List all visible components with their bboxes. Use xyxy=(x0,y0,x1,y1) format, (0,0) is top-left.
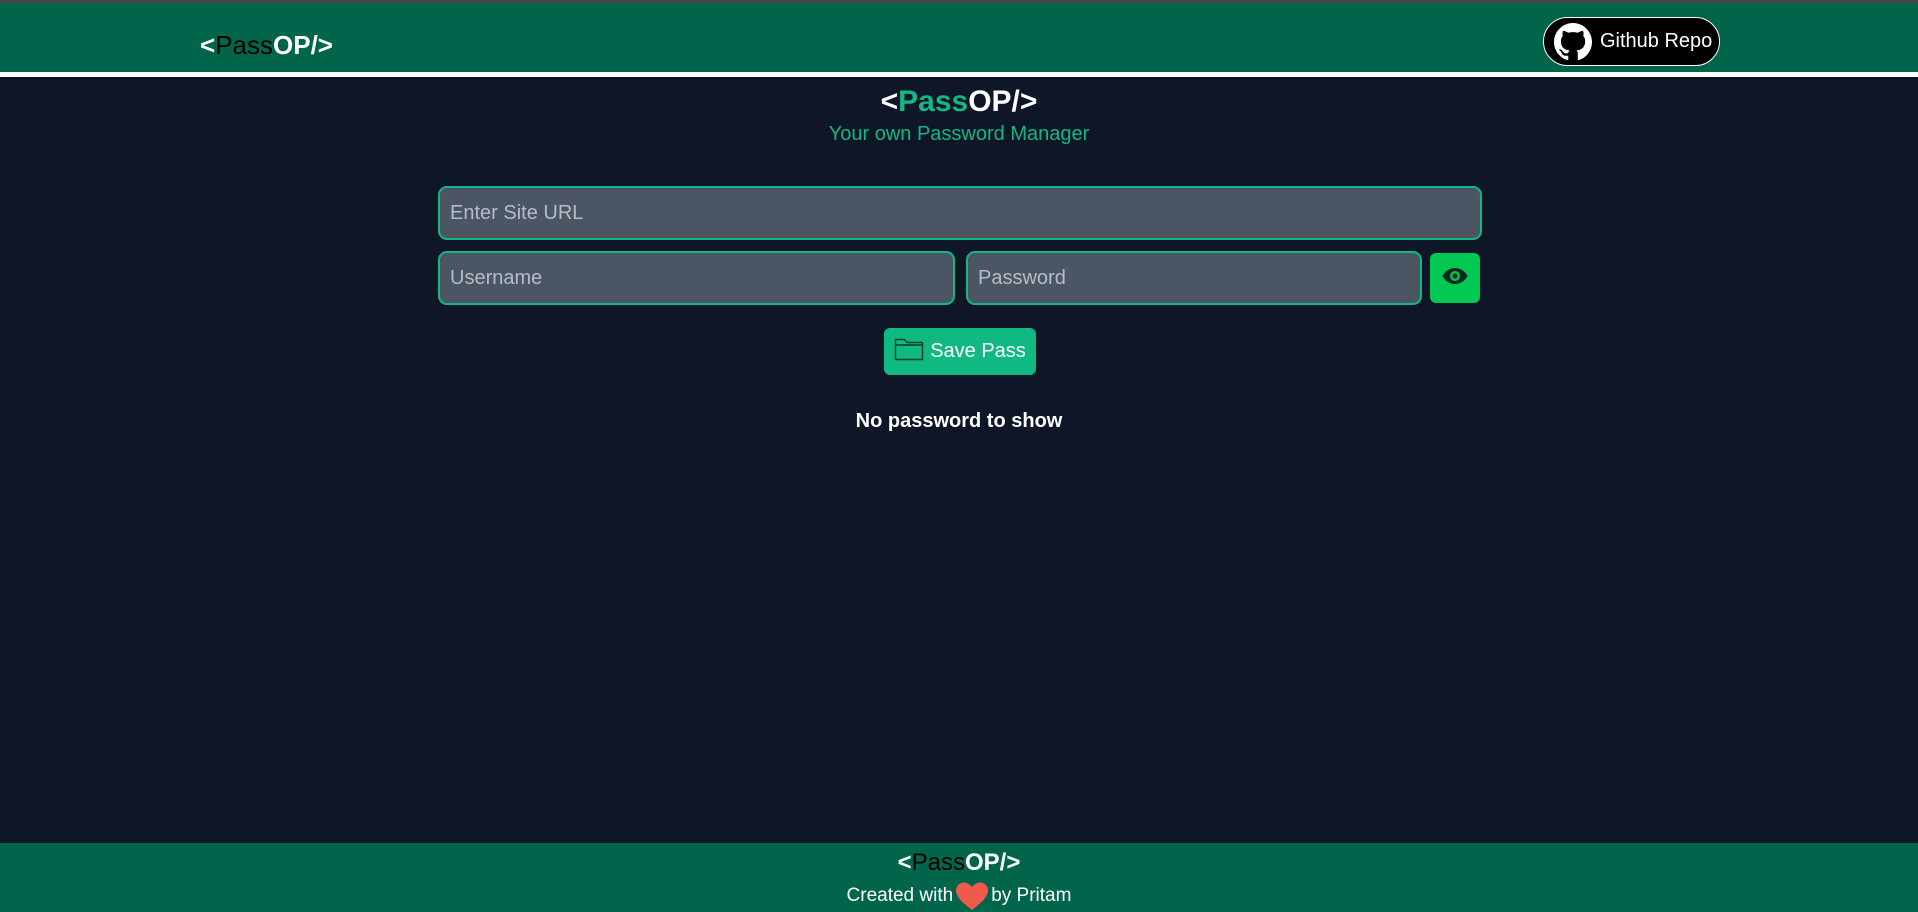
github-repo-label: Github Repo xyxy=(1600,30,1713,52)
navbar: <PassOP/> Github Repo xyxy=(0,4,1918,72)
username-input[interactable] xyxy=(438,251,955,305)
eye-icon xyxy=(1441,266,1469,291)
save-pass-button[interactable]: Save Pass xyxy=(884,328,1036,375)
github-icon xyxy=(1554,22,1592,61)
logo-close-text: OP/> xyxy=(965,849,1021,876)
credit-prefix: Created with xyxy=(846,885,954,906)
logo-pass-text: Pass xyxy=(215,30,273,60)
credit-suffix: by Pritam xyxy=(991,885,1072,906)
footer-logo: <PassOP/> xyxy=(0,849,1918,877)
logo-close-text: OP/> xyxy=(968,85,1038,118)
page-title-logo: <PassOP/> xyxy=(0,85,1918,119)
page-subtitle: Your own Password Manager xyxy=(828,123,1090,145)
heart-icon xyxy=(955,881,989,911)
password-input[interactable] xyxy=(966,251,1422,305)
logo-open-bracket: < xyxy=(897,849,912,876)
logo-pass-text: Pass xyxy=(911,849,965,876)
logo-open-bracket: < xyxy=(880,85,899,118)
logo-pass-text: Pass xyxy=(898,85,969,118)
folder-icon xyxy=(894,336,924,367)
footer-credit: Created with by Pritam xyxy=(0,881,1918,911)
navbar-logo[interactable]: <PassOP/> xyxy=(200,30,333,60)
logo-close-text: OP/> xyxy=(273,30,333,60)
show-password-button[interactable] xyxy=(1430,253,1480,303)
save-pass-label: Save Pass xyxy=(930,340,1026,362)
logo-open-bracket: < xyxy=(200,30,216,60)
navbar-divider xyxy=(0,72,1918,77)
site-url-input[interactable] xyxy=(438,186,1482,240)
empty-passwords-message: No password to show xyxy=(855,410,1063,432)
github-repo-button[interactable]: Github Repo xyxy=(1543,17,1720,66)
